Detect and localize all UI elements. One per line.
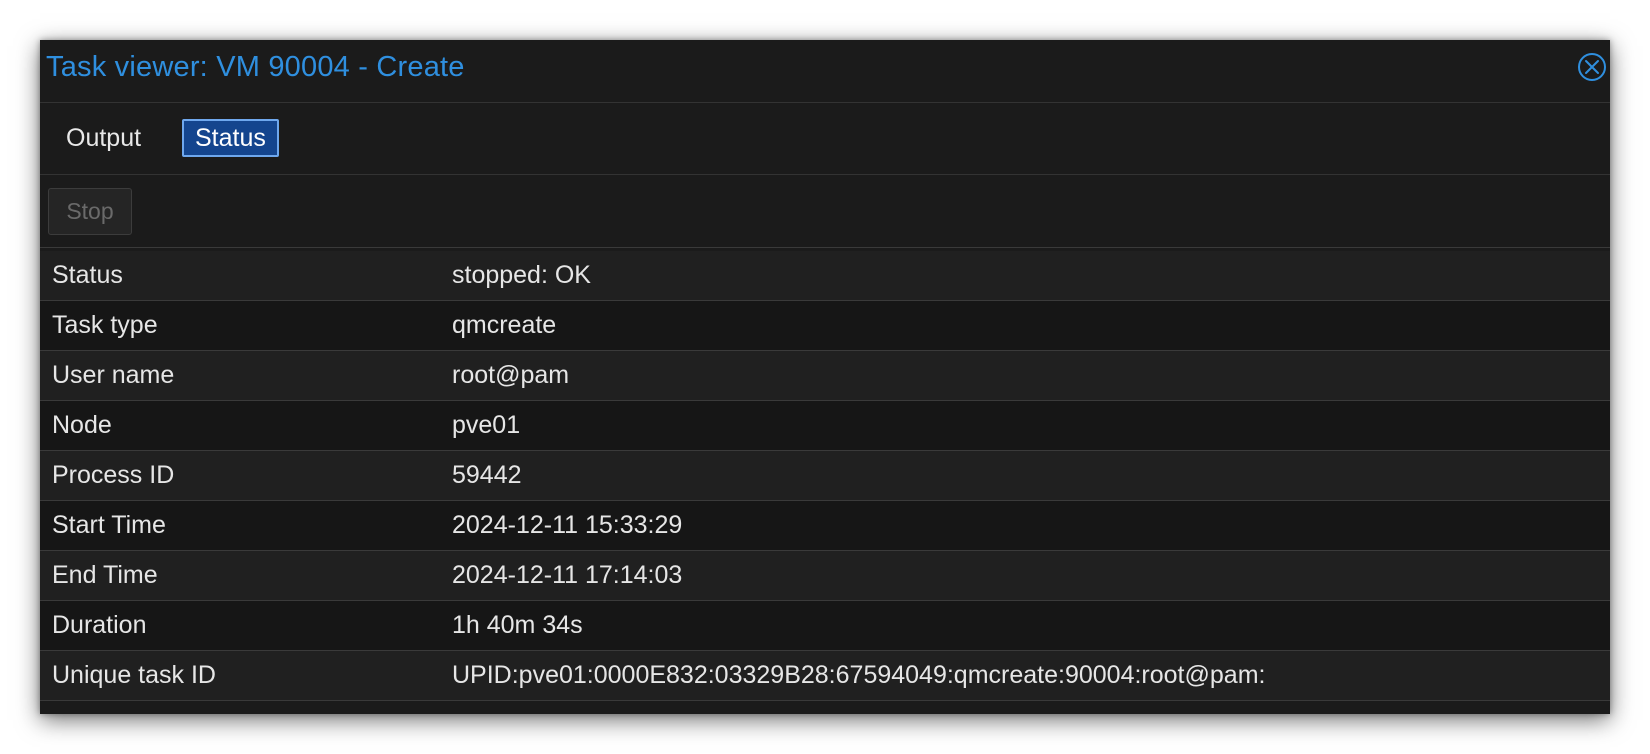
row-key: Task type [52,311,158,339]
row-end-time: End Time 2024-12-11 17:14:03 [40,551,1610,601]
row-value: 59442 [452,461,522,489]
title-bar: Task viewer: VM 90004 - Create [40,40,1610,103]
row-value: UPID:pve01:0000E832:03329B28:67594049:qm… [452,661,1266,689]
row-user-name: User name root@pam [40,351,1610,401]
row-duration: Duration 1h 40m 34s [40,601,1610,651]
stop-button[interactable]: Stop [48,188,132,235]
row-start-time: Start Time 2024-12-11 15:33:29 [40,501,1610,551]
row-value: stopped: OK [452,261,591,289]
row-node: Node pve01 [40,401,1610,451]
row-key: End Time [52,561,158,589]
tab-output[interactable]: Output [55,119,152,157]
row-key: Node [52,411,112,439]
close-icon[interactable] [1577,52,1607,82]
status-grid: Status stopped: OK Task type qmcreate Us… [40,251,1610,701]
row-status: Status stopped: OK [40,251,1610,301]
task-viewer-window: Task viewer: VM 90004 - Create Output St… [40,40,1610,714]
window-title: Task viewer: VM 90004 - Create [46,51,465,83]
row-key: Duration [52,611,147,639]
row-value: root@pam [452,361,570,389]
tab-bar: Output Status [40,103,1610,175]
row-value: qmcreate [452,311,557,339]
tab-status[interactable]: Status [182,119,279,157]
row-key: User name [52,361,175,389]
row-unique-task-id: Unique task ID UPID:pve01:0000E832:03329… [40,651,1610,701]
row-value: pve01 [452,411,521,439]
row-value: 2024-12-11 15:33:29 [452,511,683,539]
row-value: 2024-12-11 17:14:03 [452,561,683,589]
row-process-id: Process ID 59442 [40,451,1610,501]
row-key: Process ID [52,461,175,489]
row-key: Start Time [52,511,166,539]
toolbar: Stop [40,175,1610,248]
row-key: Status [52,261,123,289]
row-key: Unique task ID [52,661,216,689]
row-value: 1h 40m 34s [452,611,583,639]
row-task-type: Task type qmcreate [40,301,1610,351]
